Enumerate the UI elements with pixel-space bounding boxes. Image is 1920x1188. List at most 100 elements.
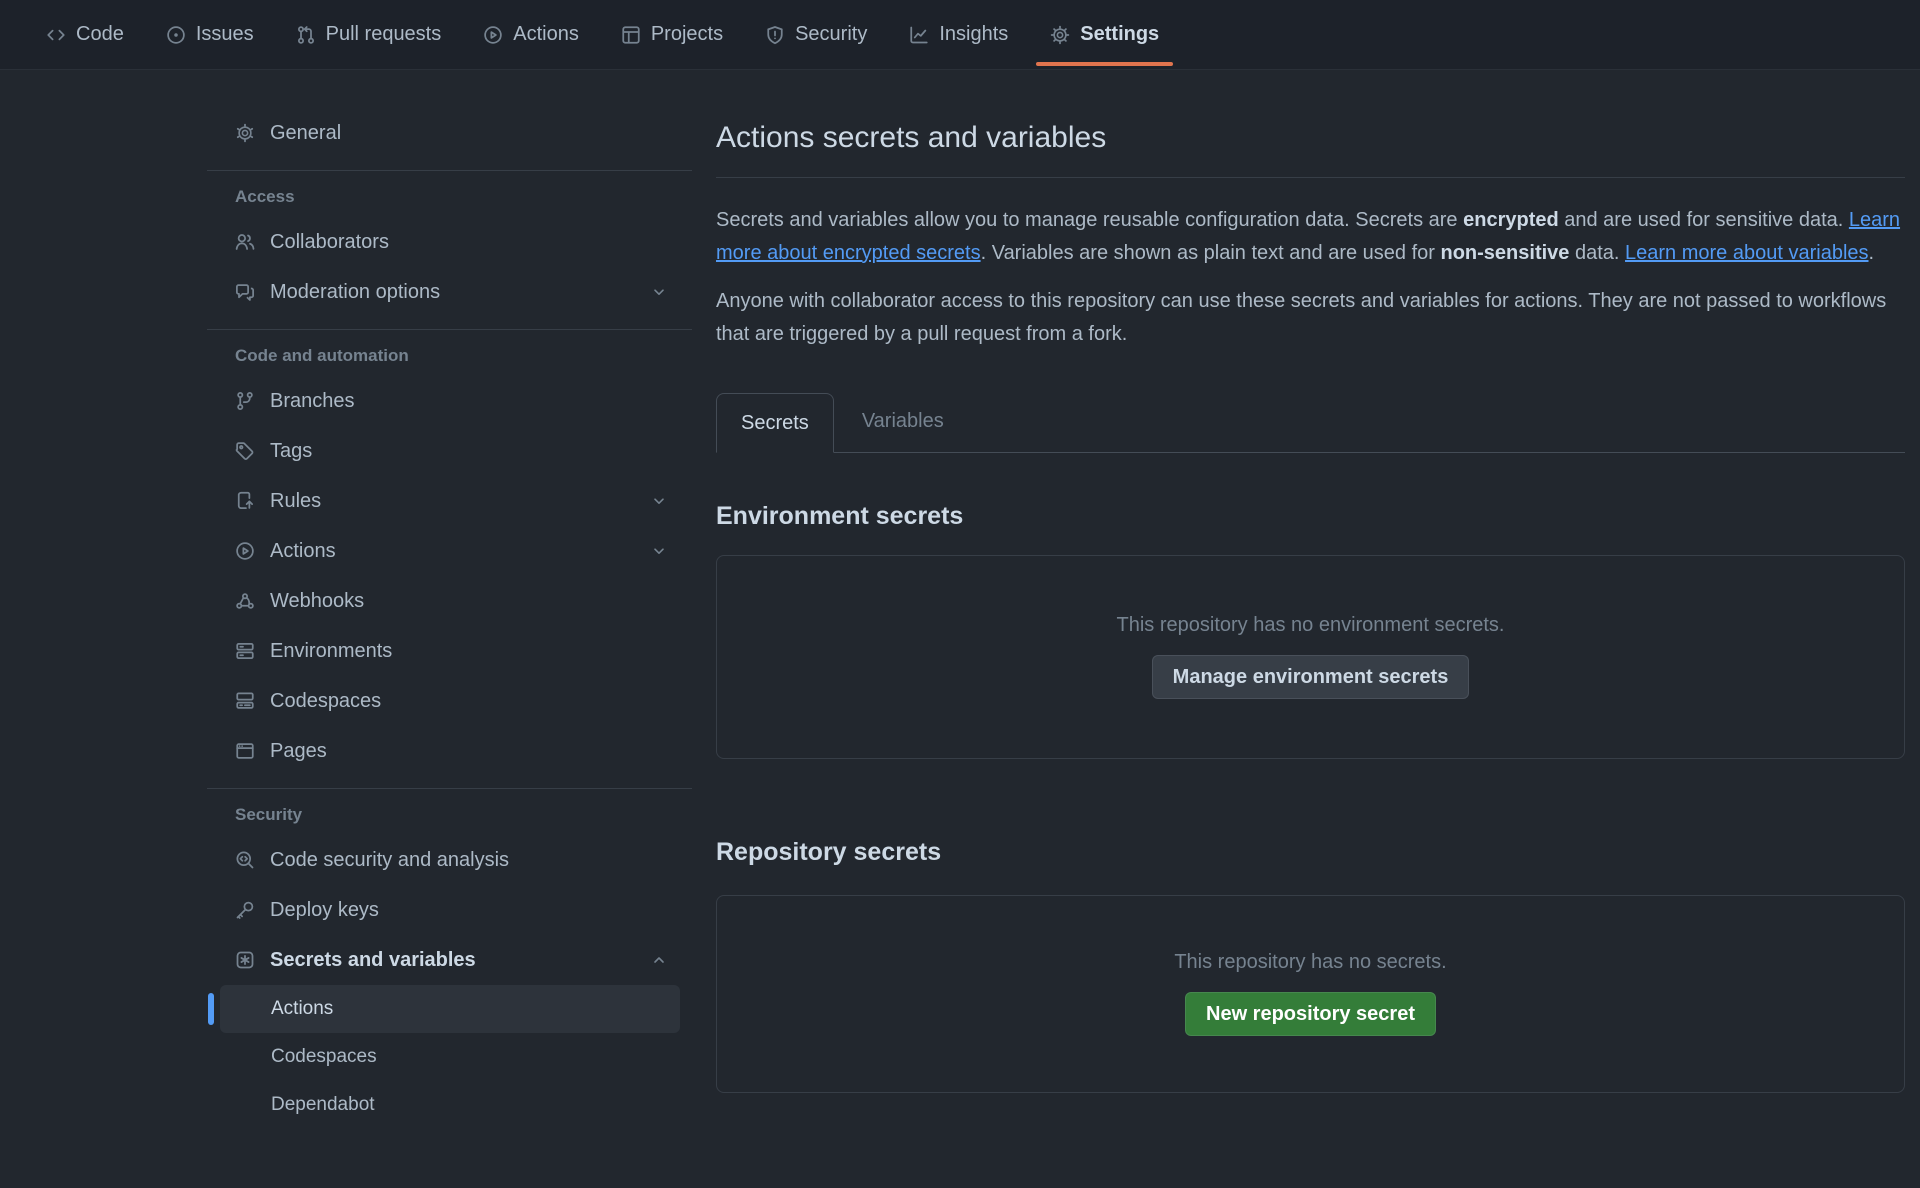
nav-tab-label: Projects xyxy=(651,23,723,46)
intro-text: . Variables are shown as plain text and … xyxy=(981,242,1441,264)
git-branch-icon xyxy=(235,391,255,411)
issue-opened-icon xyxy=(166,25,186,45)
chevron-down-icon xyxy=(651,493,667,509)
git-pull-request-icon xyxy=(296,25,316,45)
sidebar-item-label: Pages xyxy=(270,740,327,763)
server-icon xyxy=(235,641,255,661)
sidebar-item-label: Deploy keys xyxy=(270,899,379,922)
environment-secrets-empty-box: This repository has no environment secre… xyxy=(716,555,1905,759)
shield-icon xyxy=(765,25,785,45)
gear-icon xyxy=(1050,25,1070,45)
sidebar-item-label: Tags xyxy=(270,440,312,463)
sidebar-item-label: Secrets and variables xyxy=(270,949,476,972)
intro-text: data. xyxy=(1569,242,1625,264)
comment-discussion-icon xyxy=(235,282,255,302)
repository-secrets-heading: Repository secrets xyxy=(716,835,1905,869)
sidebar-item-label: Rules xyxy=(270,490,321,513)
codespaces-icon xyxy=(235,691,255,711)
repo-nav: Code Issues Pull requests Actions Projec… xyxy=(0,0,1920,70)
sidebar-item-collaborators[interactable]: Collaborators xyxy=(207,217,692,267)
sidebar-item-moderation-options[interactable]: Moderation options xyxy=(207,267,692,317)
browser-icon xyxy=(235,741,255,761)
sidebar-item-label: General xyxy=(270,122,341,145)
play-icon xyxy=(235,541,255,561)
sidebar-item-label: Moderation options xyxy=(270,281,440,304)
repository-secrets-empty-box: This repository has no secrets. New repo… xyxy=(716,895,1905,1093)
sidebar-item-label: Environments xyxy=(270,640,392,663)
sidebar-item-tags[interactable]: Tags xyxy=(207,426,692,476)
sidebar-item-secrets-and-variables[interactable]: Secrets and variables xyxy=(207,935,692,985)
nav-tab-projects[interactable]: Projects xyxy=(607,0,737,69)
sidebar-divider xyxy=(207,170,692,171)
intro-bold-non-sensitive: non-sensitive xyxy=(1441,242,1570,264)
key-icon xyxy=(235,900,255,920)
sidebar-item-branches[interactable]: Branches xyxy=(207,376,692,426)
tab-variables[interactable]: Variables xyxy=(834,392,972,452)
chevron-down-icon xyxy=(651,543,667,559)
nav-tab-issues[interactable]: Issues xyxy=(152,0,268,69)
sidebar-item-label: Collaborators xyxy=(270,231,389,254)
nav-tab-label: Code xyxy=(76,23,124,46)
sidebar-section-code-automation: Code and automation xyxy=(207,346,692,366)
sidebar-subitem-actions[interactable]: Actions xyxy=(220,985,680,1033)
chevron-up-icon xyxy=(651,952,667,968)
new-repository-secret-button[interactable]: New repository secret xyxy=(1185,992,1436,1036)
sidebar-divider xyxy=(207,788,692,789)
intro-text: . xyxy=(1869,242,1875,264)
sidebar-item-code-security[interactable]: Code security and analysis xyxy=(207,835,692,885)
intro-text: and are used for sensitive data. xyxy=(1559,209,1849,231)
code-icon xyxy=(46,25,66,45)
play-icon xyxy=(483,25,503,45)
sidebar-item-deploy-keys[interactable]: Deploy keys xyxy=(207,885,692,935)
sidebar-item-label: Webhooks xyxy=(270,590,364,613)
manage-environment-secrets-button[interactable]: Manage environment secrets xyxy=(1152,655,1470,699)
sidebar-item-codespaces[interactable]: Codespaces xyxy=(207,676,692,726)
nav-tab-code[interactable]: Code xyxy=(32,0,138,69)
nav-tab-label: Insights xyxy=(939,23,1008,46)
tab-secrets[interactable]: Secrets xyxy=(716,393,834,453)
sidebar-item-label: Codespaces xyxy=(270,690,381,713)
people-icon xyxy=(235,232,255,252)
sidebar-subitem-dependabot[interactable]: Dependabot xyxy=(220,1081,680,1129)
sidebar-section-access: Access xyxy=(207,187,692,207)
link-variables[interactable]: Learn more about variables xyxy=(1625,242,1868,264)
nav-tab-label: Security xyxy=(795,23,867,46)
page-title: Actions secrets and variables xyxy=(716,118,1905,158)
secrets-variables-tabnav: Secrets Variables xyxy=(716,392,1905,453)
graph-icon xyxy=(909,25,929,45)
sidebar-item-actions[interactable]: Actions xyxy=(207,526,692,576)
nav-tab-label: Issues xyxy=(196,23,254,46)
intro-paragraph: Secrets and variables allow you to manag… xyxy=(716,204,1905,269)
webhook-icon xyxy=(235,591,255,611)
intro-text: Secrets and variables allow you to manag… xyxy=(716,209,1463,231)
table-icon xyxy=(621,25,641,45)
sidebar-item-webhooks[interactable]: Webhooks xyxy=(207,576,692,626)
nav-tab-label: Actions xyxy=(513,23,579,46)
nav-tab-label: Pull requests xyxy=(326,23,442,46)
sidebar-subitem-label: Actions xyxy=(271,998,333,1020)
repository-secrets-empty-text: This repository has no secrets. xyxy=(1174,951,1446,974)
asterisk-box-icon xyxy=(235,950,255,970)
sidebar-subitem-label: Codespaces xyxy=(271,1046,377,1068)
sidebar-item-pages[interactable]: Pages xyxy=(207,726,692,776)
nav-tab-security[interactable]: Security xyxy=(751,0,881,69)
nav-tab-actions[interactable]: Actions xyxy=(469,0,593,69)
repo-push-icon xyxy=(235,491,255,511)
sidebar-item-label: Actions xyxy=(270,540,336,563)
github-settings-page: Code Issues Pull requests Actions Projec… xyxy=(0,0,1920,1188)
nav-tab-settings[interactable]: Settings xyxy=(1036,0,1173,69)
sidebar-subitem-codespaces[interactable]: Codespaces xyxy=(220,1033,680,1081)
chevron-down-icon xyxy=(651,284,667,300)
nav-tab-insights[interactable]: Insights xyxy=(895,0,1022,69)
main-content: Actions secrets and variables Secrets an… xyxy=(716,70,1905,1093)
sidebar-item-environments[interactable]: Environments xyxy=(207,626,692,676)
sidebar-item-rules[interactable]: Rules xyxy=(207,476,692,526)
nav-tab-pull-requests[interactable]: Pull requests xyxy=(282,0,456,69)
environment-secrets-empty-text: This repository has no environment secre… xyxy=(1117,614,1505,637)
sidebar-item-label: Code security and analysis xyxy=(270,849,509,872)
sidebar-item-general[interactable]: General xyxy=(207,108,692,158)
settings-sidebar: General Access Collaborators Moderation … xyxy=(207,70,692,1129)
collaborator-paragraph: Anyone with collaborator access to this … xyxy=(716,285,1905,350)
tag-icon xyxy=(235,441,255,461)
nav-tab-label: Settings xyxy=(1080,23,1159,46)
